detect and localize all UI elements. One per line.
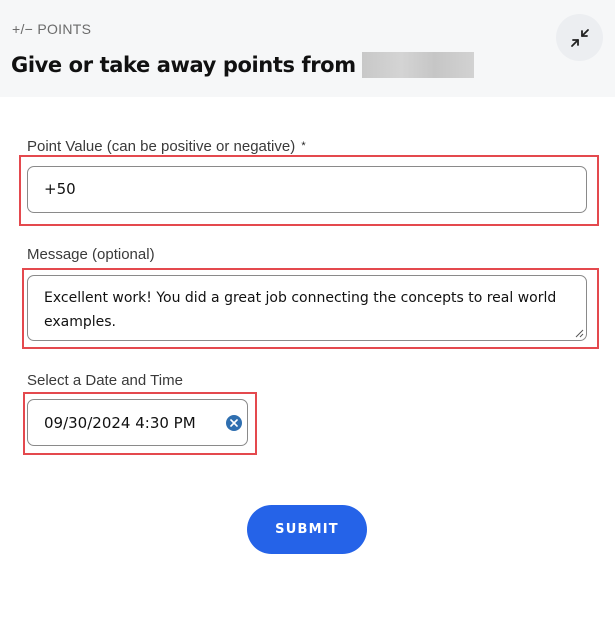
points-label-text: Point Value (can be positive or negative… <box>27 138 296 155</box>
collapse-arrows-icon <box>570 28 589 47</box>
clear-x-glyph <box>230 419 238 427</box>
points-label: Point Value (can be positive or negative… <box>27 138 306 155</box>
panel-eyebrow: +/− POINTS <box>12 21 92 37</box>
points-input[interactable]: +50 <box>27 166 587 213</box>
datetime-label: Select a Date and Time <box>27 372 183 389</box>
message-label: Message (optional) <box>27 246 155 263</box>
submit-button[interactable]: SUBMIT <box>247 505 367 554</box>
title-row: Give or take away points from <box>11 52 474 78</box>
clear-circle-x-icon[interactable] <box>226 415 242 431</box>
points-input-value: +50 <box>44 180 76 198</box>
message-textarea-value: Excellent work! You did a great job conn… <box>44 290 557 330</box>
panel-header: +/− POINTS Give or take away points from <box>0 0 615 97</box>
message-textarea[interactable]: Excellent work! You did a great job conn… <box>27 275 587 341</box>
page-title: Give or take away points from <box>11 53 356 77</box>
resize-grip-icon[interactable] <box>575 329 584 338</box>
required-mark: * <box>301 140 306 152</box>
datetime-input-value: 09/30/2024 4:30 PM <box>44 414 196 432</box>
collapse-button[interactable] <box>556 14 603 61</box>
redacted-student-name <box>361 52 474 78</box>
datetime-input[interactable]: 09/30/2024 4:30 PM <box>27 399 248 446</box>
